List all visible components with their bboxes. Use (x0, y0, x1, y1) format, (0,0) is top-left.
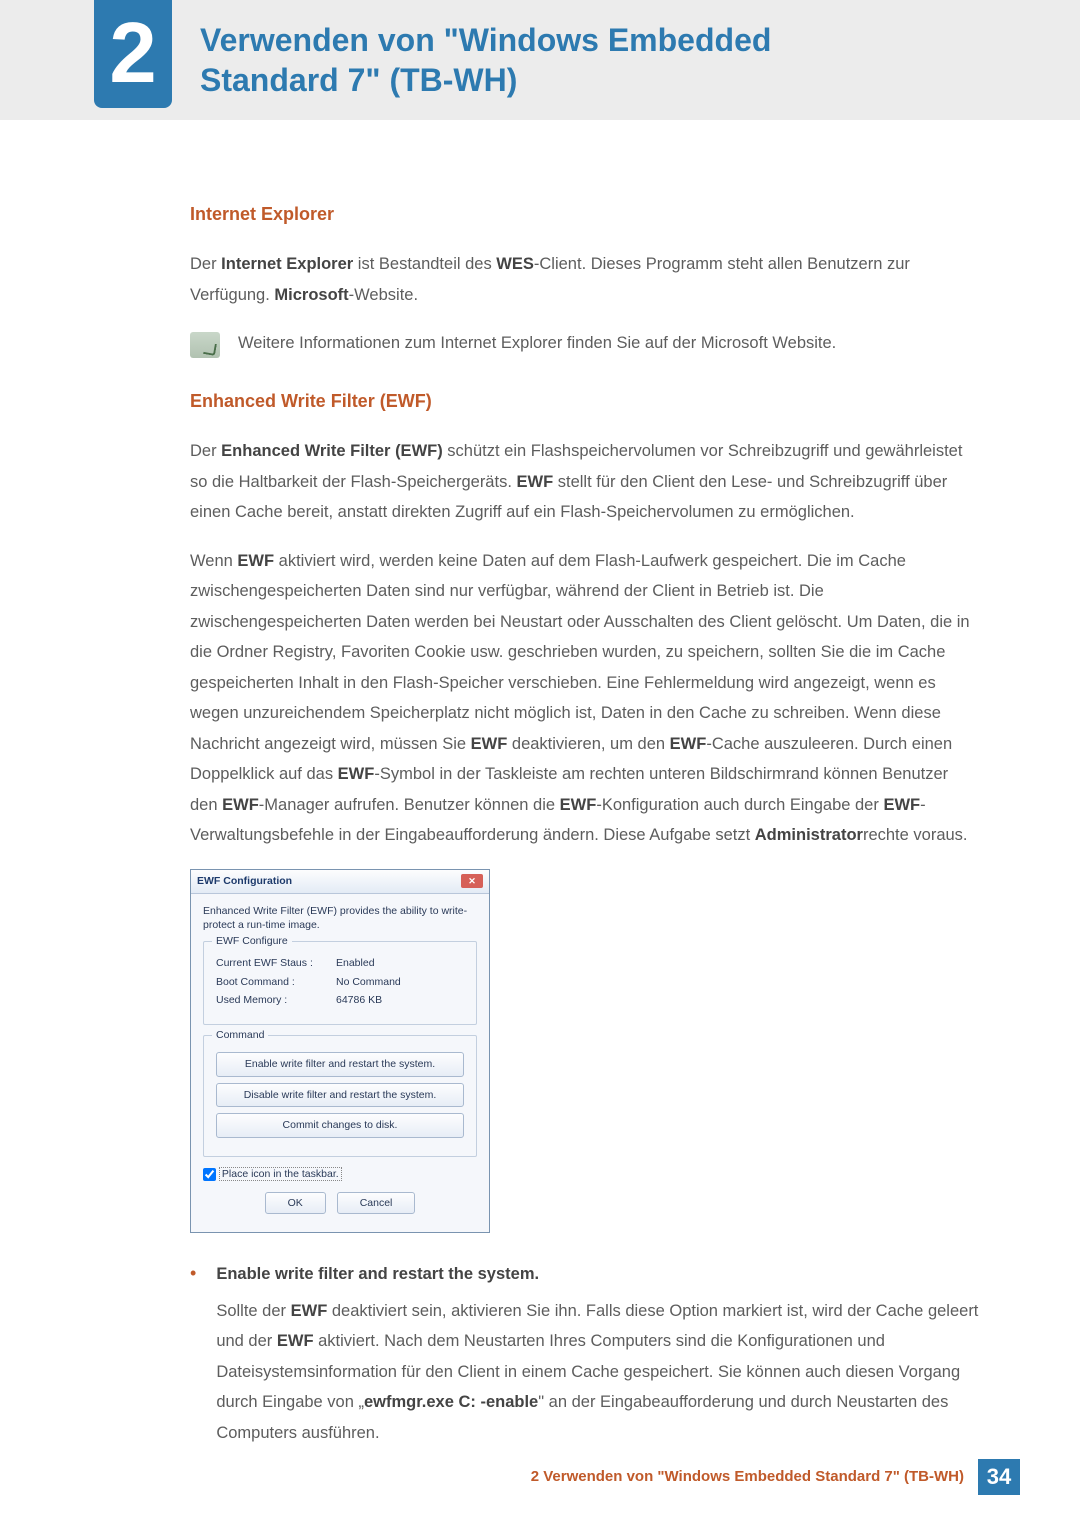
chapter-number-badge: 2 (94, 0, 172, 108)
row-boot: Boot Command :No Command (216, 975, 464, 990)
note-text: Weitere Informationen zum Internet Explo… (238, 328, 836, 359)
bullet-dot-icon: • (190, 1259, 196, 1448)
footer-text: 2 Verwenden von "Windows Embedded Standa… (531, 1463, 964, 1491)
dialog-description: Enhanced Write Filter (EWF) provides the… (203, 904, 477, 933)
chapter-title: Verwenden von "Windows Embedded Standard… (200, 20, 771, 100)
taskbar-icon-checkbox-row: Place icon in the taskbar. (203, 1167, 477, 1182)
bullet-enable-filter: • Enable write filter and restart the sy… (190, 1259, 980, 1448)
close-icon[interactable]: ✕ (461, 874, 483, 888)
fieldset-configure: EWF Configure Current EWF Staus :Enabled… (203, 941, 477, 1025)
ewf-config-dialog: EWF Configuration ✕ Enhanced Write Filte… (190, 869, 490, 1234)
row-status: Current EWF Staus :Enabled (216, 956, 464, 971)
bullet-body: Sollte der EWF deaktiviert sein, aktivie… (216, 1296, 980, 1449)
ie-paragraph: Der Internet Explorer ist Bestandteil de… (190, 249, 980, 310)
bullet-title: Enable write filter and restart the syst… (216, 1259, 980, 1290)
note-row: Weitere Informationen zum Internet Explo… (190, 328, 980, 359)
dialog-titlebar: EWF Configuration ✕ (191, 870, 489, 894)
bullet-content: Enable write filter and restart the syst… (216, 1259, 980, 1448)
heading-ewf: Enhanced Write Filter (EWF) (190, 385, 980, 418)
commit-changes-button[interactable]: Commit changes to disk. (216, 1113, 464, 1138)
chapter-title-line1: Verwenden von "Windows Embedded (200, 22, 771, 58)
taskbar-icon-checkbox[interactable] (203, 1168, 216, 1181)
ok-button[interactable]: OK (265, 1192, 326, 1215)
legend-command: Command (212, 1028, 268, 1043)
fieldset-command: Command Enable write filter and restart … (203, 1035, 477, 1157)
cancel-button[interactable]: Cancel (337, 1192, 416, 1215)
dialog-button-row: OK Cancel (203, 1192, 477, 1223)
legend-configure: EWF Configure (212, 934, 292, 949)
heading-internet-explorer: Internet Explorer (190, 198, 980, 231)
page-footer: 2 Verwenden von "Windows Embedded Standa… (531, 1459, 1020, 1495)
page-number: 34 (978, 1459, 1020, 1495)
page-content: Internet Explorer Der Internet Explorer … (0, 120, 1080, 1449)
dialog-title-text: EWF Configuration (197, 874, 292, 889)
note-icon (190, 332, 220, 358)
page-header: 2 Verwenden von "Windows Embedded Standa… (0, 0, 1080, 120)
enable-filter-button[interactable]: Enable write filter and restart the syst… (216, 1052, 464, 1077)
dialog-body: Enhanced Write Filter (EWF) provides the… (191, 894, 489, 1233)
taskbar-icon-label: Place icon in the taskbar. (219, 1167, 342, 1181)
ewf-paragraph-1: Der Enhanced Write Filter (EWF) schützt … (190, 436, 980, 528)
row-memory: Used Memory :64786 KB (216, 993, 464, 1008)
chapter-title-line2: Standard 7" (TB-WH) (200, 62, 517, 98)
disable-filter-button[interactable]: Disable write filter and restart the sys… (216, 1083, 464, 1108)
ewf-paragraph-2: Wenn EWF aktiviert wird, werden keine Da… (190, 546, 980, 851)
